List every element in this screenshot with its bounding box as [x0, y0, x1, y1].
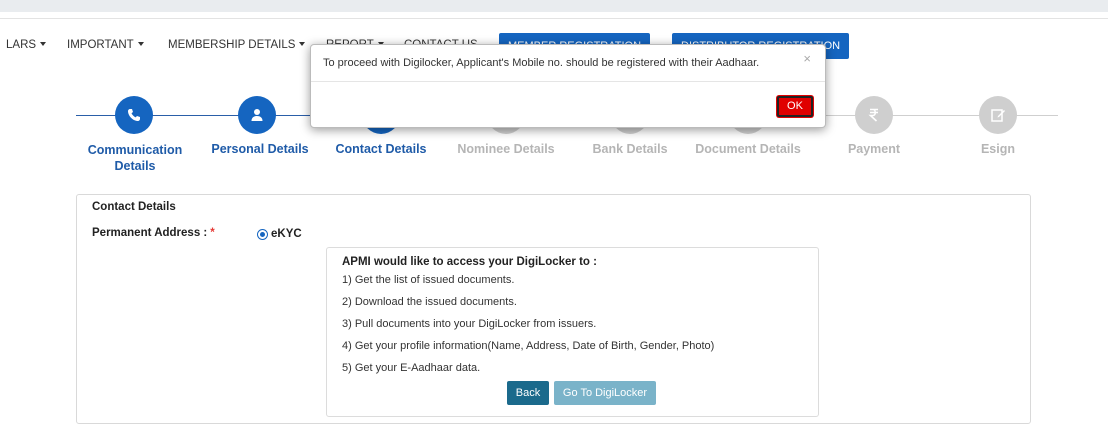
nav-item-label: MEMBERSHIP DETAILS: [168, 39, 296, 51]
alert-message: To proceed with Digilocker, Applicant's …: [323, 57, 760, 69]
close-icon[interactable]: ×: [803, 52, 811, 65]
step-connector: [76, 115, 326, 116]
digilocker-item: 4) Get your profile information(Name, Ad…: [342, 340, 715, 352]
nav-item-label: IMPORTANT: [67, 39, 134, 51]
edit-icon: [991, 109, 1005, 122]
go-to-digilocker-button[interactable]: Go To DigiLocker: [554, 381, 656, 405]
step-label-contact[interactable]: Contact Details: [325, 142, 437, 156]
caret-down-icon: [40, 42, 47, 46]
step-label-nominee[interactable]: Nominee Details: [450, 142, 562, 156]
user-icon: [251, 109, 263, 121]
digilocker-item: 5) Get your E-Aadhaar data.: [342, 362, 481, 374]
step-label-esign[interactable]: Esign: [966, 142, 1030, 156]
permanent-address-text: Permanent Address :: [92, 227, 208, 239]
ok-button[interactable]: OK: [777, 96, 813, 117]
ekyc-radio[interactable]: [257, 229, 268, 240]
step-label-line: Details: [114, 159, 156, 173]
caret-down-icon: [137, 42, 144, 46]
back-button[interactable]: Back: [507, 381, 549, 405]
alert-dialog: To proceed with Digilocker, Applicant's …: [310, 44, 826, 128]
nav-item-membership-details[interactable]: MEMBERSHIP DETAILS: [168, 39, 306, 51]
digilocker-item: 2) Download the issued documents.: [342, 296, 517, 308]
ekyc-radio-label[interactable]: eKYC: [271, 228, 302, 240]
step-label-payment[interactable]: Payment: [834, 142, 914, 156]
digilocker-item: 1) Get the list of issued documents.: [342, 274, 515, 286]
step-label-personal[interactable]: Personal Details: [201, 142, 319, 156]
permanent-address-label: Permanent Address : *: [92, 227, 215, 239]
rupee-icon: [868, 108, 878, 122]
step-payment[interactable]: [855, 96, 893, 134]
required-mark: *: [210, 227, 215, 239]
step-communication[interactable]: [115, 96, 153, 134]
panel-title: Contact Details: [92, 201, 176, 213]
step-label-communication[interactable]: Communication Details: [78, 142, 192, 174]
digilocker-item: 3) Pull documents into your DigiLocker f…: [342, 318, 597, 330]
step-label-line: Communication: [87, 143, 183, 157]
step-label-document[interactable]: Document Details: [688, 142, 808, 156]
caret-down-icon: [299, 42, 306, 46]
step-label-bank[interactable]: Bank Details: [575, 142, 685, 156]
top-bar: [0, 0, 1108, 12]
digilocker-heading: APMI would like to access your DigiLocke…: [342, 256, 597, 268]
nav-item-lars[interactable]: LARS: [6, 39, 47, 51]
top-divider: [0, 18, 1108, 19]
step-personal[interactable]: [238, 96, 276, 134]
step-esign[interactable]: [979, 96, 1017, 134]
phone-icon: [128, 109, 140, 121]
nav-item-important[interactable]: IMPORTANT: [67, 39, 144, 51]
nav-item-label: LARS: [6, 39, 37, 51]
dialog-divider: [311, 81, 825, 82]
